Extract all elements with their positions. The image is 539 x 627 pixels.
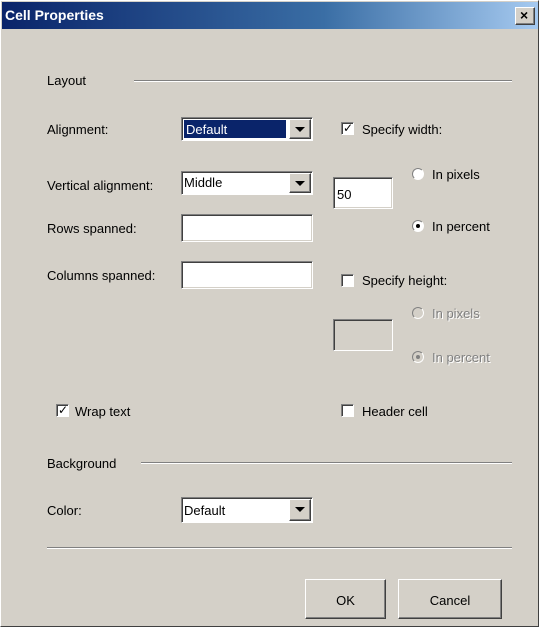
height-value-input[interactable] bbox=[333, 319, 393, 351]
width-value-input[interactable]: 50 bbox=[333, 177, 393, 209]
columns-spanned-input[interactable] bbox=[181, 261, 313, 289]
alignment-label: Alignment: bbox=[47, 122, 109, 137]
width-in-pixels-radio[interactable] bbox=[412, 168, 424, 180]
color-select[interactable]: Default bbox=[181, 497, 313, 523]
color-value: Default bbox=[184, 503, 226, 518]
check-icon: ✓ bbox=[343, 121, 354, 135]
vertical-alignment-dropdown-button[interactable] bbox=[289, 173, 311, 193]
alignment-dropdown-button[interactable] bbox=[289, 119, 311, 139]
ok-button[interactable]: OK bbox=[305, 579, 386, 619]
width-in-pixels-label: In pixels bbox=[432, 167, 480, 182]
header-cell-checkbox[interactable] bbox=[341, 404, 354, 417]
radio-selected-dot bbox=[416, 355, 420, 359]
title-bar[interactable]: Cell Properties × bbox=[2, 2, 538, 29]
background-section-header: Background bbox=[47, 456, 117, 471]
vertical-alignment-label: Vertical alignment: bbox=[47, 178, 154, 193]
columns-spanned-label: Columns spanned: bbox=[47, 268, 156, 283]
height-in-pixels-radio[interactable] bbox=[412, 307, 424, 319]
wrap-text-label: Wrap text bbox=[75, 404, 131, 419]
wrap-text-checkbox[interactable]: ✓ bbox=[56, 403, 69, 417]
alignment-select[interactable]: Default bbox=[181, 117, 313, 141]
width-in-percent-label: In percent bbox=[432, 219, 490, 234]
check-icon: ✓ bbox=[58, 403, 69, 417]
alignment-value: Default bbox=[184, 120, 286, 138]
bottom-divider bbox=[47, 547, 512, 549]
height-in-pixels-label: In pixels bbox=[432, 306, 480, 321]
width-value: 50 bbox=[337, 187, 352, 202]
specify-width-label: Specify width: bbox=[362, 122, 443, 137]
specify-height-label: Specify height: bbox=[362, 273, 448, 288]
window-title: Cell Properties bbox=[5, 7, 104, 23]
cancel-button[interactable]: Cancel bbox=[398, 579, 502, 619]
header-cell-label: Header cell bbox=[362, 404, 428, 419]
ok-button-label: OK bbox=[336, 593, 355, 608]
vertical-alignment-select[interactable]: Middle bbox=[181, 171, 313, 195]
cell-properties-dialog: Cell Properties × Layout Alignment: Defa… bbox=[0, 0, 539, 627]
color-dropdown-button[interactable] bbox=[289, 499, 311, 521]
color-label: Color: bbox=[47, 503, 82, 518]
layout-section-header: Layout bbox=[47, 73, 87, 88]
background-divider bbox=[141, 462, 512, 464]
close-icon: × bbox=[520, 7, 529, 23]
close-button[interactable]: × bbox=[515, 7, 535, 25]
height-in-percent-radio[interactable] bbox=[412, 351, 424, 363]
chevron-down-icon bbox=[295, 507, 305, 512]
width-in-percent-radio[interactable] bbox=[412, 220, 424, 232]
rows-spanned-input[interactable] bbox=[181, 214, 313, 242]
vertical-alignment-value: Middle bbox=[184, 175, 223, 190]
rows-spanned-label: Rows spanned: bbox=[47, 221, 137, 236]
specify-height-checkbox[interactable] bbox=[341, 274, 354, 287]
height-in-percent-label: In percent bbox=[432, 350, 490, 365]
cancel-button-label: Cancel bbox=[429, 593, 471, 608]
layout-divider bbox=[134, 80, 512, 82]
radio-selected-dot bbox=[416, 224, 420, 228]
chevron-down-icon bbox=[295, 127, 305, 132]
chevron-down-icon bbox=[295, 181, 305, 186]
specify-width-checkbox[interactable]: ✓ bbox=[341, 121, 354, 135]
